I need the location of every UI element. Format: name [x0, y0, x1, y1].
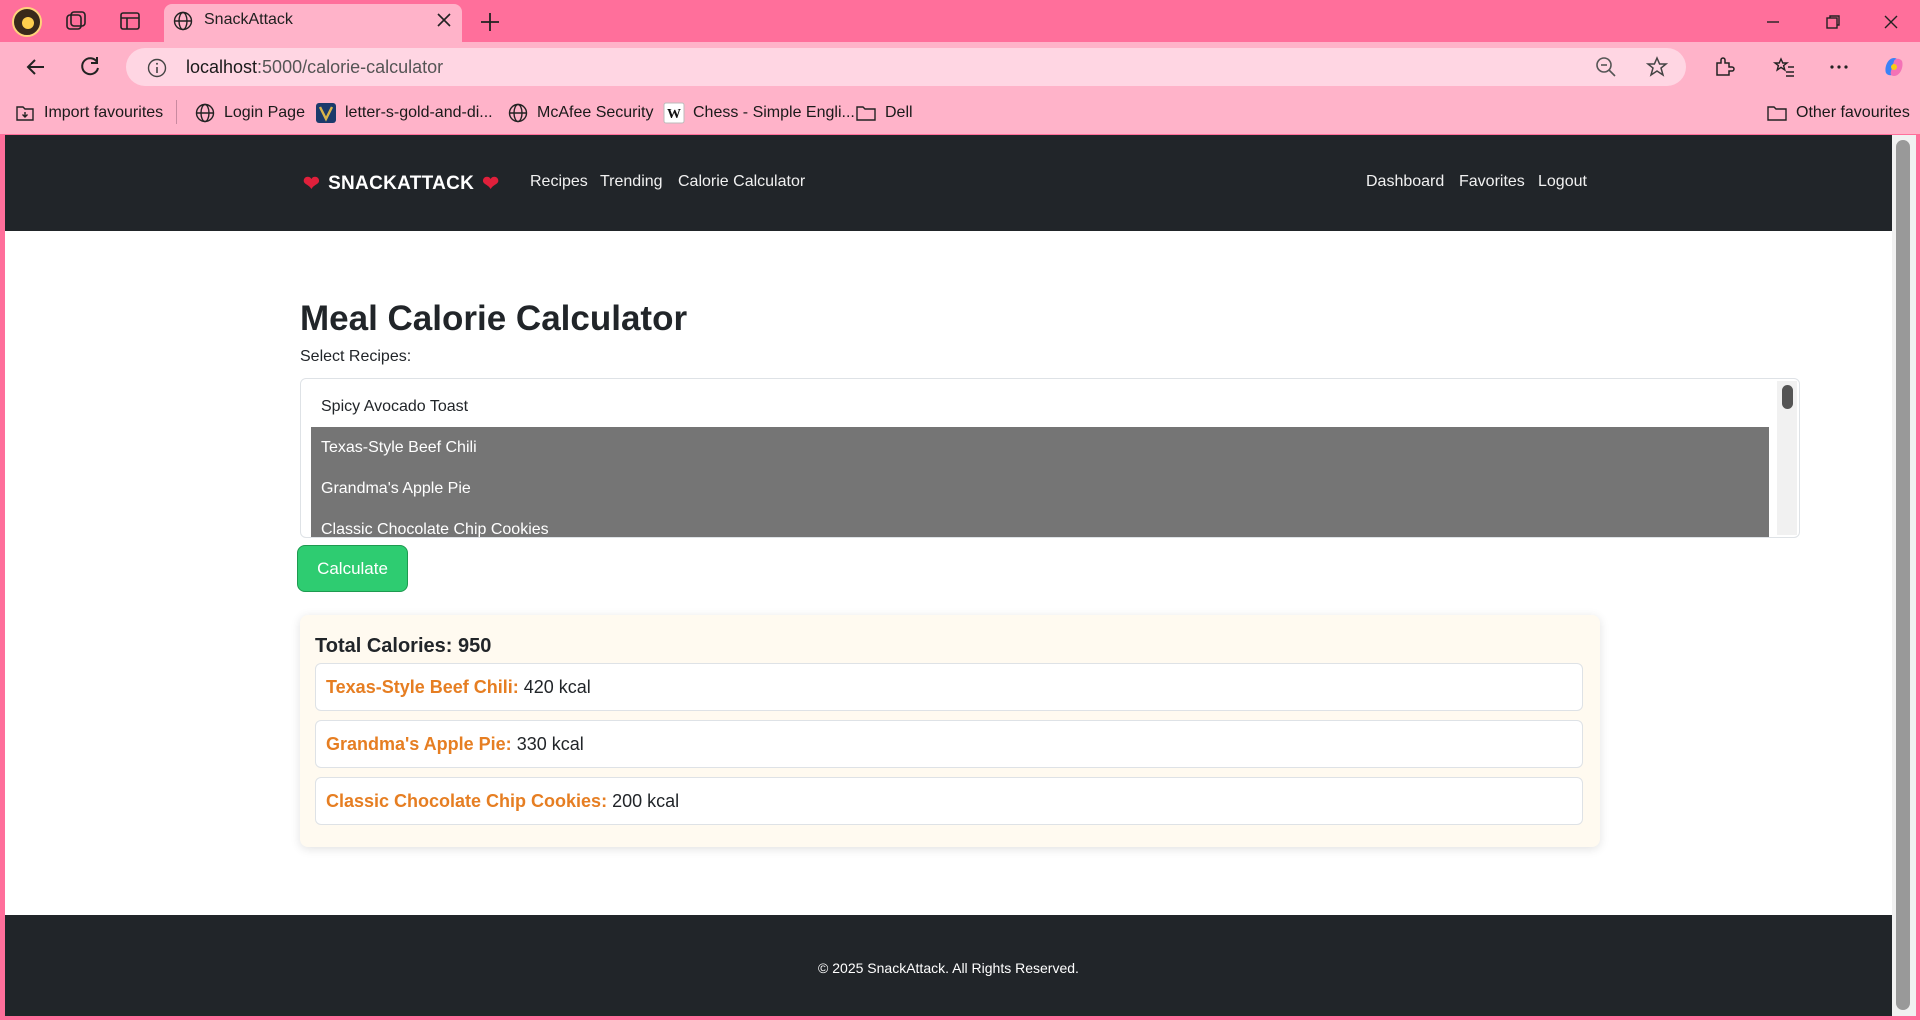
brand-logo[interactable]: ❤ SNACKATTACK ❤ — [303, 171, 499, 196]
svg-text:W: W — [667, 107, 681, 122]
bookmark-mcafee[interactable]: McAfee Security — [507, 102, 653, 124]
total-calories: Total Calories: 950 — [315, 635, 492, 657]
results-card: Total Calories: 950 Texas-Style Beef Chi… — [300, 615, 1600, 847]
url-host: localhost — [186, 57, 258, 77]
result-recipe-name: Classic Chocolate Chip Cookies: — [326, 791, 608, 811]
bookmark-login-page[interactable]: Login Page — [194, 102, 305, 124]
url-path: :5000/calorie-calculator — [257, 57, 444, 77]
result-kcal: 330 kcal — [516, 734, 584, 754]
result-item: Grandma's Apple Pie: 330 kcal — [315, 720, 1583, 768]
recipe-multiselect[interactable]: Spicy Avocado Toast Texas-Style Beef Chi… — [300, 378, 1800, 538]
zoom-out-icon[interactable] — [1594, 55, 1618, 79]
result-kcal: 420 kcal — [523, 677, 591, 697]
result-recipe-name: Texas-Style Beef Chili: — [326, 677, 519, 697]
vertical-tabs-icon[interactable] — [118, 10, 142, 32]
bookmark-dell[interactable]: Dell — [855, 102, 913, 124]
bookmark-letter-s[interactable]: letter-s-gold-and-di... — [315, 102, 493, 124]
bookmark-label: Login Page — [224, 104, 305, 121]
brand-name: SNACKATTACK — [328, 172, 475, 194]
globe-icon — [195, 103, 215, 123]
restore-icon[interactable] — [1822, 11, 1844, 33]
bookmark-label: McAfee Security — [537, 104, 654, 121]
page-viewport: ❤ SNACKATTACK ❤ Recipes Trending Calorie… — [5, 135, 1892, 1016]
bookmark-label: Other favourites — [1796, 104, 1910, 121]
close-tab-icon[interactable] — [434, 10, 454, 30]
profile-avatar[interactable] — [12, 7, 42, 37]
recipe-option-selected[interactable]: Grandma's Apple Pie — [311, 468, 1769, 509]
minimize-icon[interactable] — [1762, 11, 1784, 33]
recipe-option-selected[interactable]: Texas-Style Beef Chili — [311, 427, 1769, 468]
nav-calorie-calculator[interactable]: Calorie Calculator — [678, 173, 805, 191]
site-footer: © 2025 SnackAttack. All Rights Reserved. — [5, 915, 1892, 1016]
calculate-button[interactable]: Calculate — [297, 545, 408, 592]
result-recipe-name: Grandma's Apple Pie: — [326, 734, 512, 754]
close-window-icon[interactable] — [1880, 11, 1902, 33]
site-navbar: ❤ SNACKATTACK ❤ Recipes Trending Calorie… — [5, 135, 1892, 231]
listbox-scrollbar[interactable] — [1777, 381, 1797, 535]
bookmark-import-favourites[interactable]: Import favourites — [14, 102, 163, 124]
tab-title: SnackAttack — [204, 11, 293, 28]
refresh-icon[interactable] — [76, 53, 104, 81]
page-title: Meal Calorie Calculator — [300, 299, 688, 338]
nav-favorites[interactable]: Favorites — [1459, 173, 1525, 191]
nav-dashboard[interactable]: Dashboard — [1366, 173, 1444, 191]
site-info-icon[interactable] — [146, 57, 168, 79]
heart-icon: ❤ — [482, 173, 500, 195]
bookmark-label: Dell — [885, 104, 913, 121]
result-item: Classic Chocolate Chip Cookies: 200 kcal — [315, 777, 1583, 825]
v-logo-icon — [316, 103, 336, 123]
bookmark-label: letter-s-gold-and-di... — [345, 104, 493, 121]
nav-logout[interactable]: Logout — [1538, 173, 1587, 191]
bookmark-label: Import favourites — [44, 104, 164, 121]
copilot-icon[interactable] — [1880, 53, 1908, 81]
bookmark-label: Chess - Simple Engli... — [693, 104, 855, 121]
back-arrow-icon[interactable] — [22, 53, 50, 81]
url-text[interactable]: localhost:5000/calorie-calculator — [186, 57, 443, 78]
page-scroll-thumb[interactable] — [1896, 140, 1910, 1010]
import-icon — [16, 106, 34, 121]
nav-trending[interactable]: Trending — [600, 173, 663, 191]
recipe-option[interactable]: Spicy Avocado Toast — [311, 386, 1769, 427]
listbox-scroll-thumb[interactable] — [1782, 385, 1793, 409]
footer-copyright: © 2025 SnackAttack. All Rights Reserved. — [818, 960, 1079, 976]
wikipedia-icon: W — [663, 102, 685, 124]
bookmark-chess[interactable]: W Chess - Simple Engli... — [663, 102, 855, 124]
bookmark-other-favourites[interactable]: Other favourites — [1766, 102, 1910, 124]
nav-recipes[interactable]: Recipes — [530, 173, 588, 191]
extensions-icon[interactable] — [1712, 55, 1736, 79]
heart-icon: ❤ — [303, 173, 321, 195]
workspaces-icon[interactable] — [64, 10, 88, 32]
folder-icon — [856, 106, 876, 121]
result-item: Texas-Style Beef Chili: 420 kcal — [315, 663, 1583, 711]
globe-icon — [173, 11, 193, 31]
more-options-icon[interactable] — [1827, 55, 1851, 79]
result-kcal: 200 kcal — [612, 791, 680, 811]
globe-icon — [508, 103, 528, 123]
recipe-option-selected[interactable]: Classic Chocolate Chip Cookies — [311, 509, 1769, 537]
favorite-star-icon[interactable] — [1645, 55, 1669, 79]
bookmark-separator — [176, 100, 177, 124]
favorites-list-icon[interactable] — [1772, 55, 1796, 79]
folder-icon — [1767, 106, 1787, 121]
select-recipes-label: Select Recipes: — [300, 348, 412, 365]
new-tab-icon[interactable] — [478, 10, 502, 34]
